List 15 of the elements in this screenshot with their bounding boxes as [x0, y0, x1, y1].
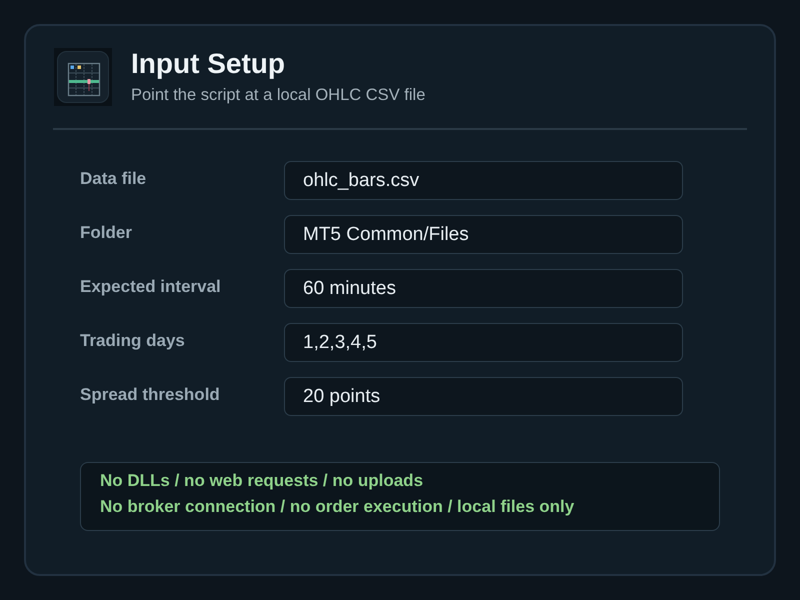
text-field[interactable]: ohlc_bars.csv	[284, 160, 683, 200]
page-title: Input Setup	[131, 48, 285, 80]
field-label: Trading days	[80, 331, 185, 350]
field-label: Expected interval	[80, 277, 221, 296]
text-field[interactable]: MT5 Common/Files	[284, 214, 683, 254]
field-label: Data file	[80, 169, 146, 188]
text-field[interactable]: 1,2,3,4,5	[284, 322, 683, 362]
text-field[interactable]: 60 minutes	[284, 268, 683, 308]
chart-icon	[54, 48, 112, 106]
field-label: Spread threshold	[80, 385, 220, 404]
text-field[interactable]: 20 points	[284, 376, 683, 416]
notice-text: No DLLs / no web requests / no uploads	[100, 470, 424, 490]
page-subtitle: Point the script at a local OHLC CSV file	[131, 85, 426, 105]
notice-text: No broker connection / no order execution / local files only	[100, 496, 574, 516]
field-label: Folder	[80, 223, 132, 242]
